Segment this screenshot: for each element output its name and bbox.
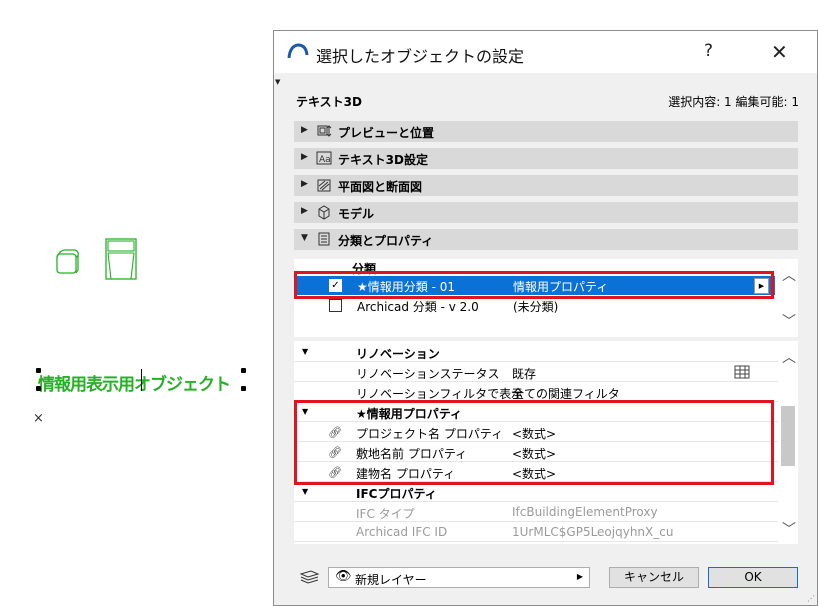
property-value[interactable]: 既存: [512, 365, 536, 382]
help-button[interactable]: ?: [704, 41, 713, 61]
property-group-ifc[interactable]: ▼ IFCプロパティ: [294, 483, 778, 502]
selection-handle-sw[interactable]: [36, 386, 41, 391]
expand-arrow-icon: ▶: [301, 206, 308, 216]
classification-scrollbar[interactable]: ︿ ﹀: [778, 259, 798, 337]
expand-arrow-icon: ▶: [301, 179, 308, 189]
ok-button[interactable]: OK: [708, 567, 798, 588]
scroll-down-icon[interactable]: ﹀: [782, 311, 796, 331]
collapse-arrow-icon: ▼: [301, 233, 308, 243]
collapse-arrow-icon: ▼: [302, 347, 309, 356]
section-label: プレビューと位置: [338, 126, 435, 140]
text3d-settings-icon: Aa: [316, 151, 332, 165]
property-name: リノベーションステータス: [356, 367, 500, 381]
section-label: 平面図と断面図: [338, 180, 423, 194]
property-value: 1UrMLC$GP5LeojqyhnX_cu: [512, 525, 674, 539]
grid-options-icon[interactable]: [734, 365, 750, 379]
corner-marker-icon: ▼: [275, 78, 281, 86]
dialog-titlebar[interactable]: 選択したオブジェクトの設定 ? ✕: [274, 31, 817, 73]
3d-text-right: 用オブジェクト: [118, 375, 231, 395]
section-label: モデル: [338, 207, 375, 221]
eye-icon: 👁︎: [335, 569, 352, 584]
property-row: IFC タイプ IfcBuildingElementProxy: [294, 503, 778, 522]
property-value: IfcBuildingElementProxy: [512, 505, 658, 519]
highlight-info-properties: [294, 400, 774, 485]
section-classification-properties[interactable]: ▼ 分類とプロパティ: [294, 229, 798, 250]
section-model[interactable]: ▶ モデル: [294, 202, 798, 223]
section-text3d-settings[interactable]: ▶ Aa テキスト3D設定: [294, 148, 798, 169]
resize-grip-icon[interactable]: ⋰: [807, 594, 815, 603]
selection-handle-nw[interactable]: [36, 368, 41, 373]
selection-handle-ne[interactable]: [241, 368, 246, 373]
classification-checkbox[interactable]: [329, 299, 342, 312]
property-group-renovation[interactable]: ▼ リノベーション: [294, 343, 778, 362]
layer-name: 新規レイヤー: [355, 573, 427, 587]
preview-position-icon: [317, 125, 332, 137]
classification-system: Archicad 分類 - v 2.0: [357, 300, 479, 314]
property-group-label: IFCプロパティ: [356, 487, 437, 501]
section-floorplan-section[interactable]: ▶ 平面図と断面図: [294, 175, 798, 196]
cancel-button[interactable]: キャンセル: [609, 567, 699, 588]
3d-text-left: 情報用表示: [38, 375, 119, 395]
expand-arrow-icon: ▶: [301, 152, 308, 162]
classification-icon: [318, 232, 330, 246]
property-row: Archicad IFC ID 1UrMLC$GP5LeojqyhnX_cu: [294, 523, 778, 542]
collapse-arrow-icon: ▼: [302, 487, 309, 496]
floorplan-section-icon: [317, 179, 331, 192]
section-label: テキスト3D設定: [338, 153, 428, 167]
expand-arrow-icon: ▶: [301, 125, 308, 135]
scroll-down-icon[interactable]: ﹀: [782, 519, 796, 539]
highlight-classification-row: [294, 271, 774, 299]
svg-text:Aa: Aa: [319, 155, 331, 165]
layer-dropdown[interactable]: 👁︎ 新規レイヤー ▶: [328, 567, 590, 588]
property-name: IFC タイプ: [356, 507, 415, 521]
object-cube-icon[interactable]: [55, 248, 81, 276]
scroll-up-icon[interactable]: ︿: [782, 347, 796, 367]
3d-text-object[interactable]: 情報用表示用オブジェクト: [38, 370, 231, 395]
origin-marker: ×: [33, 411, 44, 426]
section-label: 分類とプロパティ: [338, 234, 434, 248]
model-cube-icon: [318, 205, 330, 220]
property-row[interactable]: リノベーションステータス 既存: [294, 363, 778, 382]
object-settings-dialog: 選択したオブジェクトの設定 ? ✕ ▼ テキスト3D 選択内容: 1 編集可能:…: [273, 30, 818, 606]
text-cursor: [141, 369, 142, 391]
property-name: Archicad IFC ID: [356, 525, 448, 539]
chevron-right-icon: ▶: [576, 572, 583, 581]
dialog-title: 選択したオブジェクトの設定: [316, 47, 525, 66]
selection-handle-se[interactable]: [241, 386, 246, 391]
property-group-label: リノベーション: [356, 347, 440, 361]
properties-scrollbar[interactable]: ︿ ﹀: [778, 341, 798, 544]
object-chair-icon[interactable]: [103, 237, 139, 281]
archicad-app-icon: [287, 43, 309, 59]
scroll-up-icon[interactable]: ︿: [782, 265, 796, 285]
layer-icon: [299, 570, 320, 584]
element-type-label: テキスト3D: [296, 95, 362, 109]
close-button[interactable]: ✕: [771, 40, 788, 64]
scrollbar-thumb[interactable]: [781, 406, 795, 466]
selection-info: 選択内容: 1 編集可能: 1: [668, 95, 799, 109]
section-preview-position[interactable]: ▶ プレビューと位置: [294, 121, 798, 142]
classification-value: (未分類): [513, 300, 559, 314]
